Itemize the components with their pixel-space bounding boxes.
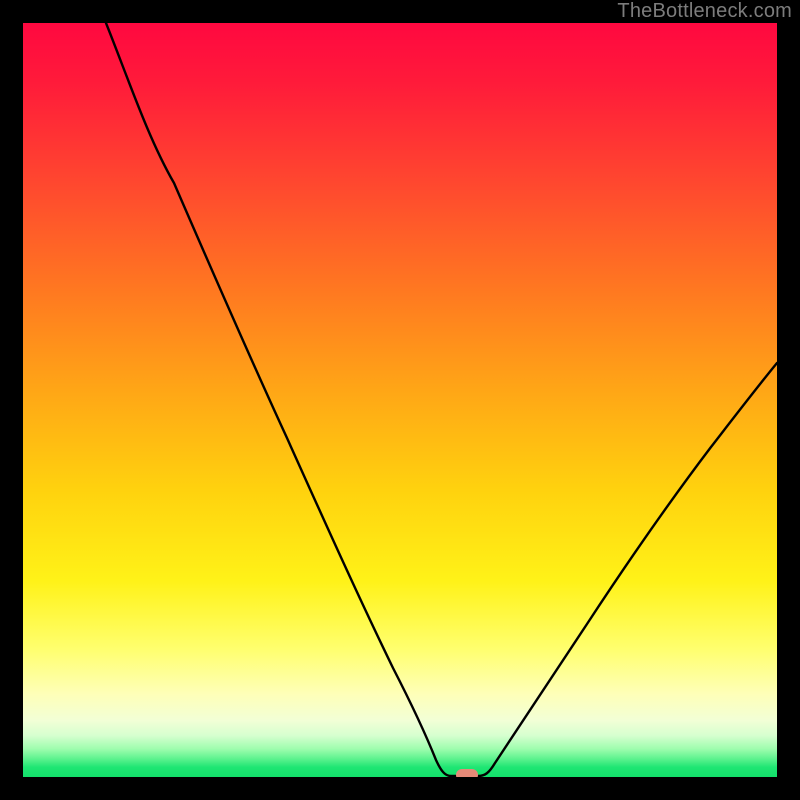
watermark-text: TheBottleneck.com bbox=[617, 0, 792, 23]
plot-area bbox=[23, 23, 777, 777]
bottleneck-curve bbox=[106, 23, 777, 776]
chart-frame: TheBottleneck.com bbox=[0, 0, 800, 800]
trough-marker bbox=[456, 769, 478, 777]
curve-layer bbox=[23, 23, 777, 777]
